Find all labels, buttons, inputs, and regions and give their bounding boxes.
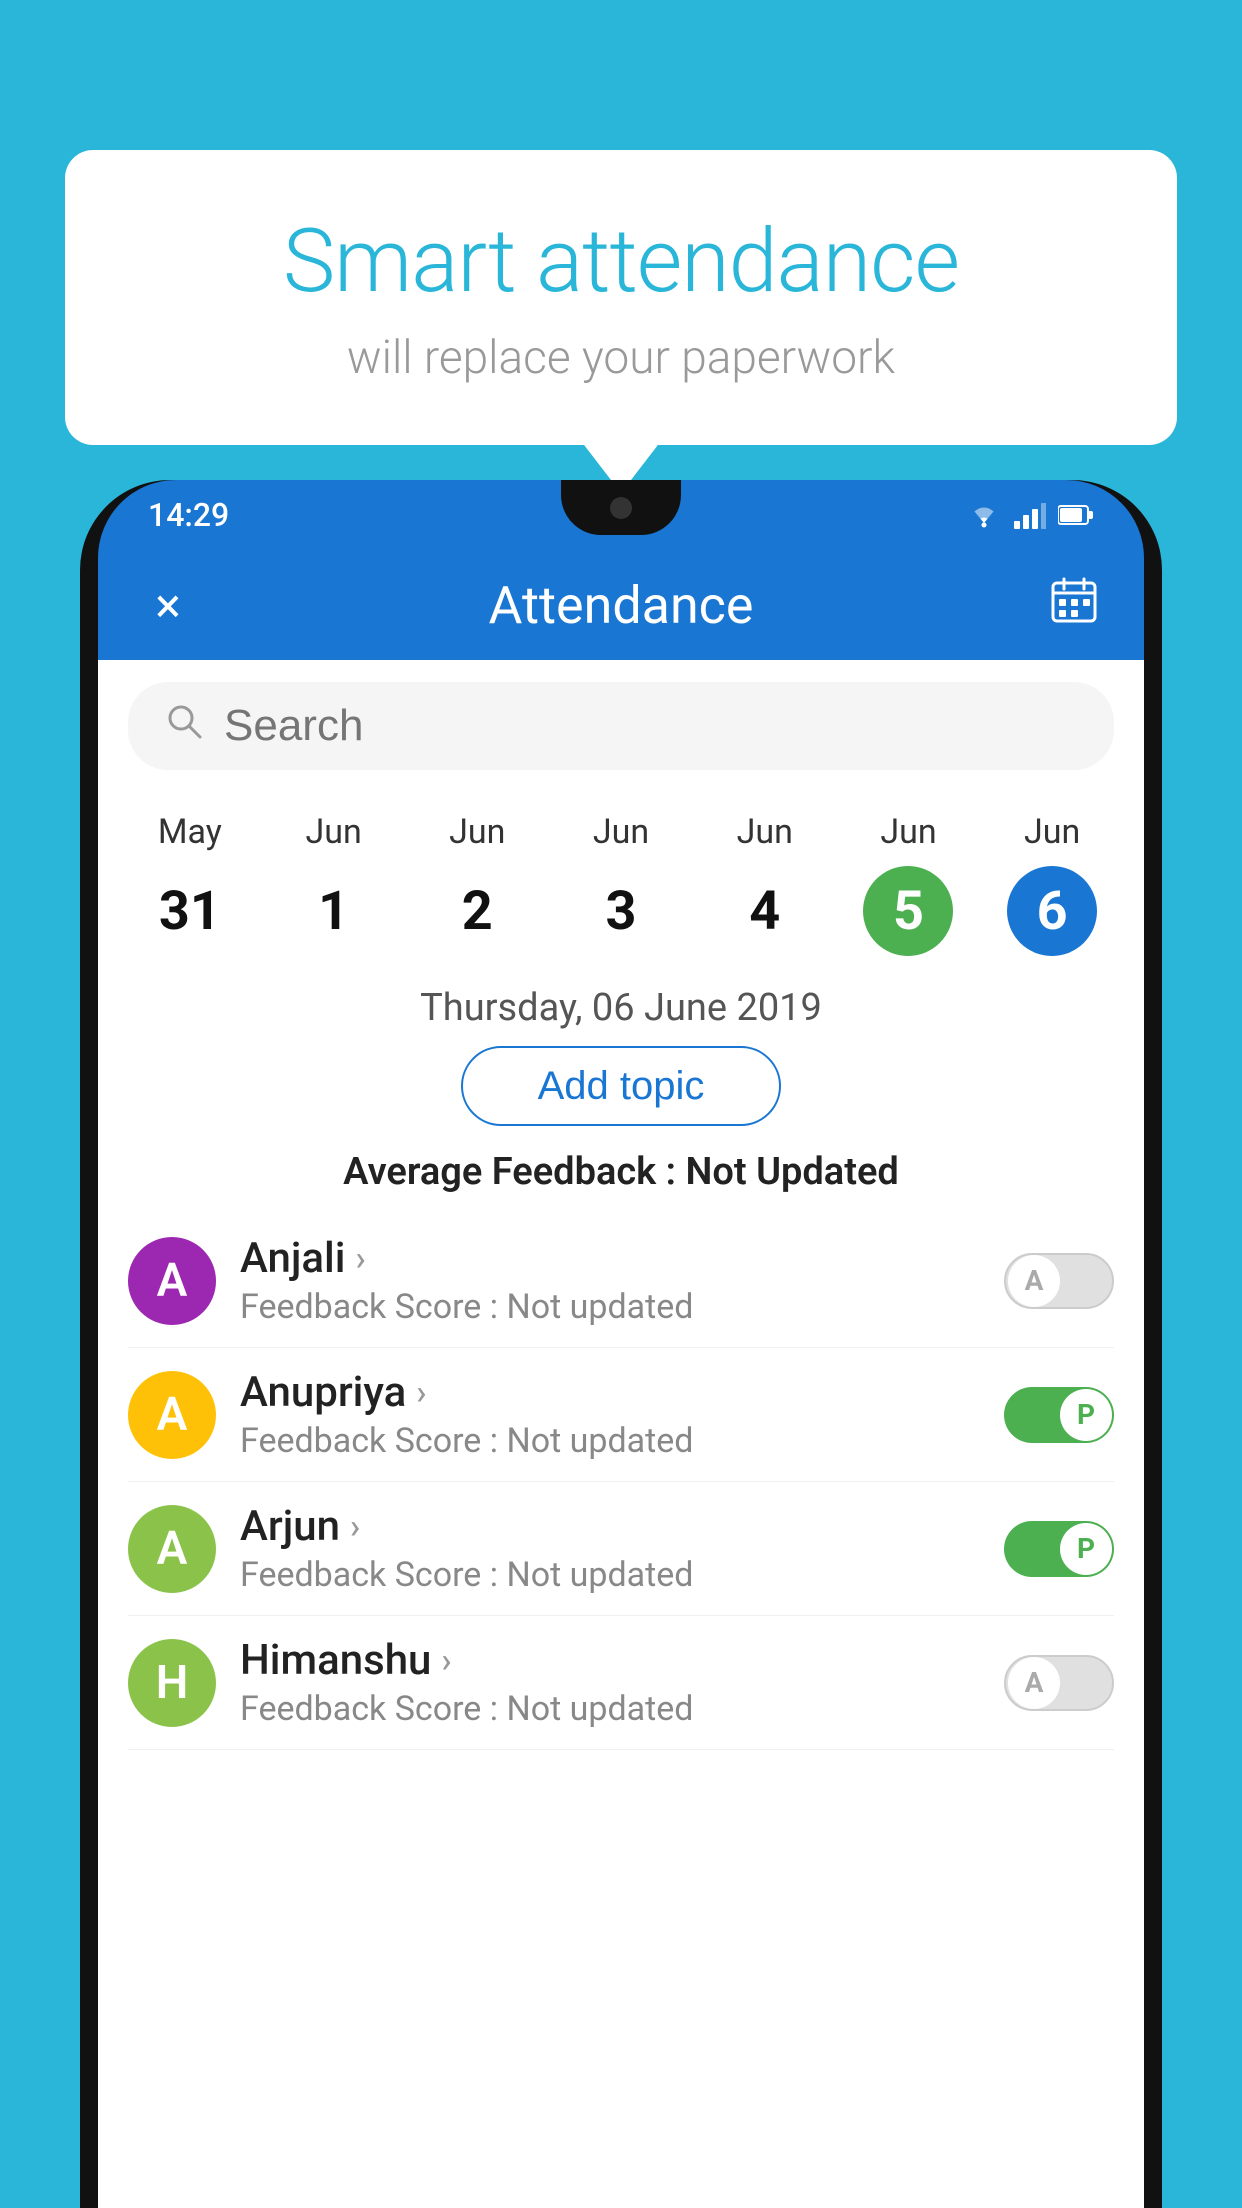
student-avatar: A <box>128 1371 216 1459</box>
student-item[interactable]: A Anupriya ›Feedback Score : Not updated P <box>128 1348 1114 1482</box>
student-name: Arjun › <box>240 1502 980 1551</box>
student-info: Himanshu ›Feedback Score : Not updated <box>240 1636 980 1729</box>
attendance-toggle[interactable]: A <box>1004 1655 1114 1711</box>
cal-date-number[interactable]: 3 <box>576 866 666 956</box>
student-score: Feedback Score : Not updated <box>240 1421 980 1461</box>
avg-feedback-label: Average Feedback : <box>343 1150 676 1194</box>
cal-month-label: Jun <box>449 812 505 852</box>
student-score: Feedback Score : Not updated <box>240 1287 980 1327</box>
student-name: Anjali › <box>240 1234 980 1283</box>
cal-month-label: May <box>158 812 222 852</box>
chevron-right-icon: › <box>355 1239 365 1279</box>
student-avatar: A <box>128 1237 216 1325</box>
calendar-strip: May 31 Jun 1 Jun 2 Jun 3 Jun 4 Jun 5 Jun 6 <box>98 792 1144 966</box>
cal-day-5[interactable]: Jun 5 <box>837 812 981 956</box>
search-input[interactable] <box>224 701 1078 751</box>
chevron-right-icon: › <box>350 1507 360 1547</box>
attendance-toggle[interactable]: A <box>1004 1253 1114 1309</box>
student-score: Feedback Score : Not updated <box>240 1555 980 1595</box>
toggle-thumb: P <box>1060 1523 1112 1575</box>
student-info: Anjali ›Feedback Score : Not updated <box>240 1234 980 1327</box>
student-avatar: H <box>128 1639 216 1727</box>
student-info: Anupriya ›Feedback Score : Not updated <box>240 1368 980 1461</box>
student-name: Himanshu › <box>240 1636 980 1685</box>
speech-bubble-subtitle: will replace your paperwork <box>145 331 1097 385</box>
cal-month-label: Jun <box>1024 812 1080 852</box>
toggle-thumb: A <box>1008 1657 1060 1709</box>
cal-date-number[interactable]: 4 <box>720 866 810 956</box>
speech-bubble: Smart attendance will replace your paper… <box>65 150 1177 445</box>
wifi-icon <box>966 501 1002 529</box>
cal-month-label: Jun <box>305 812 361 852</box>
phone-frame: 14:29 <box>80 480 1162 2208</box>
speech-bubble-title: Smart attendance <box>145 210 1097 313</box>
cal-day-4[interactable]: Jun 4 <box>693 812 837 956</box>
toggle-thumb: P <box>1060 1389 1112 1441</box>
calendar-icon[interactable] <box>1044 575 1104 636</box>
signal-icon <box>1014 501 1046 529</box>
camera-notch <box>610 497 632 519</box>
cal-date-number[interactable]: 31 <box>145 866 235 956</box>
phone-screen: May 31 Jun 1 Jun 2 Jun 3 Jun 4 Jun 5 Jun 6 Thursday, … <box>98 660 1144 2208</box>
battery-icon <box>1058 504 1094 526</box>
cal-date-number[interactable]: 1 <box>289 866 379 956</box>
toggle-thumb: A <box>1008 1255 1060 1307</box>
cal-month-label: Jun <box>593 812 649 852</box>
avg-feedback-value: Not Updated <box>685 1150 898 1194</box>
phone-inner: 14:29 <box>98 480 1144 2208</box>
student-item[interactable]: A Arjun ›Feedback Score : Not updated P <box>128 1482 1114 1616</box>
student-name: Anupriya › <box>240 1368 980 1417</box>
status-bar: 14:29 <box>98 480 1144 550</box>
cal-day-2[interactable]: Jun 2 <box>405 812 549 956</box>
student-item[interactable]: A Anjali ›Feedback Score : Not updated A <box>128 1214 1114 1348</box>
selected-date-label: Thursday, 06 June 2019 <box>98 986 1144 1030</box>
add-topic-button[interactable]: Add topic <box>461 1046 781 1126</box>
cal-day-6[interactable]: Jun 6 <box>980 812 1124 956</box>
status-time: 14:29 <box>148 496 229 534</box>
cal-date-number[interactable]: 2 <box>432 866 522 956</box>
student-list: AAnjali ›Feedback Score : Not updatedAAA… <box>98 1214 1144 1750</box>
notch <box>561 480 681 535</box>
cal-date-number[interactable]: 6 <box>1007 866 1097 956</box>
cal-month-label: Jun <box>737 812 793 852</box>
attendance-toggle[interactable]: P <box>1004 1387 1114 1443</box>
speech-bubble-container: Smart attendance will replace your paper… <box>65 150 1177 445</box>
chevron-right-icon: › <box>416 1373 426 1413</box>
status-icons <box>966 501 1094 529</box>
search-icon <box>164 701 204 751</box>
cal-day-0[interactable]: May 31 <box>118 812 262 956</box>
cal-day-3[interactable]: Jun 3 <box>549 812 693 956</box>
cal-day-1[interactable]: Jun 1 <box>262 812 406 956</box>
cal-month-label: Jun <box>880 812 936 852</box>
search-bar[interactable] <box>128 682 1114 770</box>
close-button[interactable]: × <box>138 577 198 634</box>
attendance-toggle[interactable]: P <box>1004 1521 1114 1577</box>
avg-feedback: Average Feedback : Not Updated <box>98 1150 1144 1194</box>
student-score: Feedback Score : Not updated <box>240 1689 980 1729</box>
app-bar-title: Attendance <box>198 575 1044 636</box>
student-info: Arjun ›Feedback Score : Not updated <box>240 1502 980 1595</box>
student-item[interactable]: H Himanshu ›Feedback Score : Not updated A <box>128 1616 1114 1750</box>
student-avatar: A <box>128 1505 216 1593</box>
app-bar: × Attendance <box>98 550 1144 660</box>
chevron-right-icon: › <box>441 1641 451 1681</box>
cal-date-number[interactable]: 5 <box>863 866 953 956</box>
